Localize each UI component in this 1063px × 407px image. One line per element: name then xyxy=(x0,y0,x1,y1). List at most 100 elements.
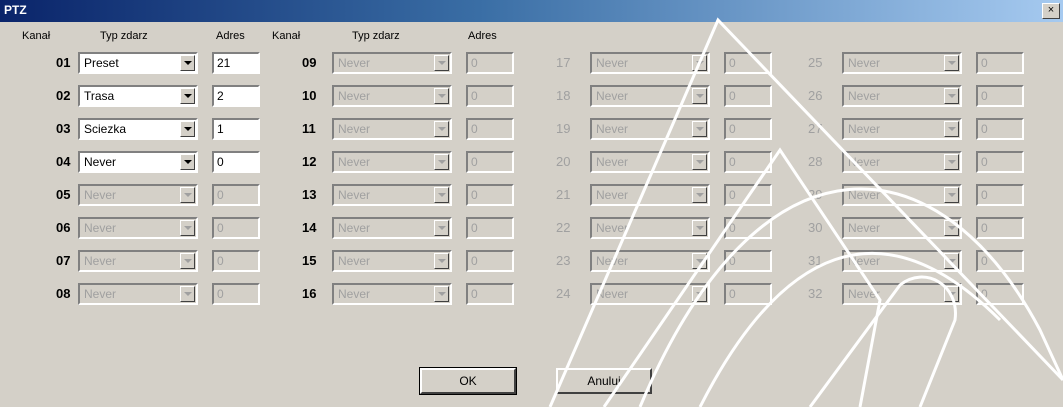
dropdown-arrow-icon[interactable] xyxy=(692,154,707,170)
event-type-select[interactable]: Never xyxy=(78,151,198,173)
address-input[interactable]: 0 xyxy=(724,283,772,305)
event-type-select[interactable]: Never xyxy=(332,217,452,239)
address-input[interactable]: 2 xyxy=(212,85,260,107)
event-type-select[interactable]: Never xyxy=(842,250,962,272)
address-input[interactable]: 0 xyxy=(212,184,260,206)
dropdown-arrow-icon[interactable] xyxy=(944,286,959,302)
dropdown-arrow-icon[interactable] xyxy=(944,253,959,269)
dropdown-arrow-icon[interactable] xyxy=(434,286,449,302)
event-type-select[interactable]: Never xyxy=(332,118,452,140)
event-type-select[interactable]: Never xyxy=(842,52,962,74)
dropdown-arrow-icon[interactable] xyxy=(180,55,195,71)
event-type-select[interactable]: Never xyxy=(332,184,452,206)
address-input[interactable]: 0 xyxy=(724,250,772,272)
event-type-select[interactable]: Never xyxy=(78,250,198,272)
dropdown-arrow-icon[interactable] xyxy=(434,220,449,236)
dropdown-arrow-icon[interactable] xyxy=(180,286,195,302)
address-input[interactable]: 0 xyxy=(724,184,772,206)
event-type-select[interactable]: Never xyxy=(332,85,452,107)
address-input[interactable]: 0 xyxy=(212,217,260,239)
dropdown-arrow-icon[interactable] xyxy=(434,121,449,137)
event-type-select[interactable]: Never xyxy=(590,184,710,206)
address-input[interactable]: 0 xyxy=(466,52,514,74)
address-input[interactable]: 0 xyxy=(976,118,1024,140)
dropdown-arrow-icon[interactable] xyxy=(180,154,195,170)
dropdown-arrow-icon[interactable] xyxy=(944,154,959,170)
event-type-select[interactable]: Never xyxy=(78,283,198,305)
dropdown-arrow-icon[interactable] xyxy=(180,253,195,269)
event-type-select[interactable]: Never xyxy=(590,85,710,107)
event-type-select[interactable]: Never xyxy=(590,283,710,305)
event-type-select[interactable]: Never xyxy=(332,283,452,305)
event-type-select[interactable]: Never xyxy=(590,217,710,239)
event-type-select[interactable]: Never xyxy=(590,52,710,74)
address-input[interactable]: 0 xyxy=(976,217,1024,239)
event-type-select[interactable]: Never xyxy=(332,250,452,272)
address-input[interactable]: 0 xyxy=(212,250,260,272)
address-input[interactable]: 0 xyxy=(212,151,260,173)
address-input[interactable]: 0 xyxy=(724,52,772,74)
address-input[interactable]: 0 xyxy=(724,151,772,173)
address-input[interactable]: 21 xyxy=(212,52,260,74)
address-input[interactable]: 0 xyxy=(466,184,514,206)
event-type-select[interactable]: Never xyxy=(78,217,198,239)
event-type-select[interactable]: Never xyxy=(332,52,452,74)
event-type-select[interactable]: Never xyxy=(78,184,198,206)
dropdown-arrow-icon[interactable] xyxy=(434,253,449,269)
address-input[interactable]: 0 xyxy=(212,283,260,305)
dropdown-arrow-icon[interactable] xyxy=(180,121,195,137)
dropdown-arrow-icon[interactable] xyxy=(944,121,959,137)
event-type-select[interactable]: Never xyxy=(842,85,962,107)
dropdown-arrow-icon[interactable] xyxy=(944,220,959,236)
event-type-select[interactable]: Preset xyxy=(78,52,198,74)
address-input[interactable]: 0 xyxy=(976,250,1024,272)
address-input[interactable]: 0 xyxy=(724,85,772,107)
event-type-select[interactable]: Never xyxy=(842,184,962,206)
address-input[interactable]: 1 xyxy=(212,118,260,140)
event-type-select[interactable]: Never xyxy=(842,118,962,140)
dropdown-arrow-icon[interactable] xyxy=(692,187,707,203)
address-input[interactable]: 0 xyxy=(976,85,1024,107)
dropdown-arrow-icon[interactable] xyxy=(692,286,707,302)
address-input[interactable]: 0 xyxy=(724,118,772,140)
address-input[interactable]: 0 xyxy=(466,250,514,272)
address-input[interactable]: 0 xyxy=(976,184,1024,206)
dropdown-arrow-icon[interactable] xyxy=(434,187,449,203)
event-type-select[interactable]: Trasa xyxy=(78,85,198,107)
dropdown-arrow-icon[interactable] xyxy=(944,187,959,203)
dropdown-arrow-icon[interactable] xyxy=(692,55,707,71)
address-input[interactable]: 0 xyxy=(466,85,514,107)
address-input[interactable]: 0 xyxy=(976,283,1024,305)
dropdown-arrow-icon[interactable] xyxy=(692,220,707,236)
dropdown-arrow-icon[interactable] xyxy=(180,88,195,104)
event-type-select[interactable]: Never xyxy=(842,283,962,305)
close-button[interactable]: × xyxy=(1042,3,1060,19)
dropdown-arrow-icon[interactable] xyxy=(692,253,707,269)
cancel-button[interactable]: Anuluj xyxy=(556,368,652,394)
dropdown-arrow-icon[interactable] xyxy=(692,88,707,104)
address-input[interactable]: 0 xyxy=(466,217,514,239)
event-type-select[interactable]: Never xyxy=(842,151,962,173)
address-input[interactable]: 0 xyxy=(466,151,514,173)
event-type-select[interactable]: Never xyxy=(590,118,710,140)
address-input[interactable]: 0 xyxy=(976,151,1024,173)
title-bar[interactable]: PTZ × xyxy=(0,0,1063,22)
event-type-select[interactable]: Never xyxy=(332,151,452,173)
dropdown-arrow-icon[interactable] xyxy=(692,121,707,137)
dropdown-arrow-icon[interactable] xyxy=(180,220,195,236)
ok-button[interactable]: OK xyxy=(419,367,517,395)
address-input[interactable]: 0 xyxy=(724,217,772,239)
address-input[interactable]: 0 xyxy=(976,52,1024,74)
event-type-select[interactable]: Never xyxy=(590,250,710,272)
dropdown-arrow-icon[interactable] xyxy=(180,187,195,203)
dropdown-arrow-icon[interactable] xyxy=(944,88,959,104)
dropdown-arrow-icon[interactable] xyxy=(434,88,449,104)
event-type-select[interactable]: Sciezka xyxy=(78,118,198,140)
dropdown-arrow-icon[interactable] xyxy=(434,154,449,170)
dropdown-arrow-icon[interactable] xyxy=(944,55,959,71)
address-input[interactable]: 0 xyxy=(466,118,514,140)
dropdown-arrow-icon[interactable] xyxy=(434,55,449,71)
address-input[interactable]: 0 xyxy=(466,283,514,305)
event-type-select[interactable]: Never xyxy=(590,151,710,173)
event-type-select[interactable]: Never xyxy=(842,217,962,239)
